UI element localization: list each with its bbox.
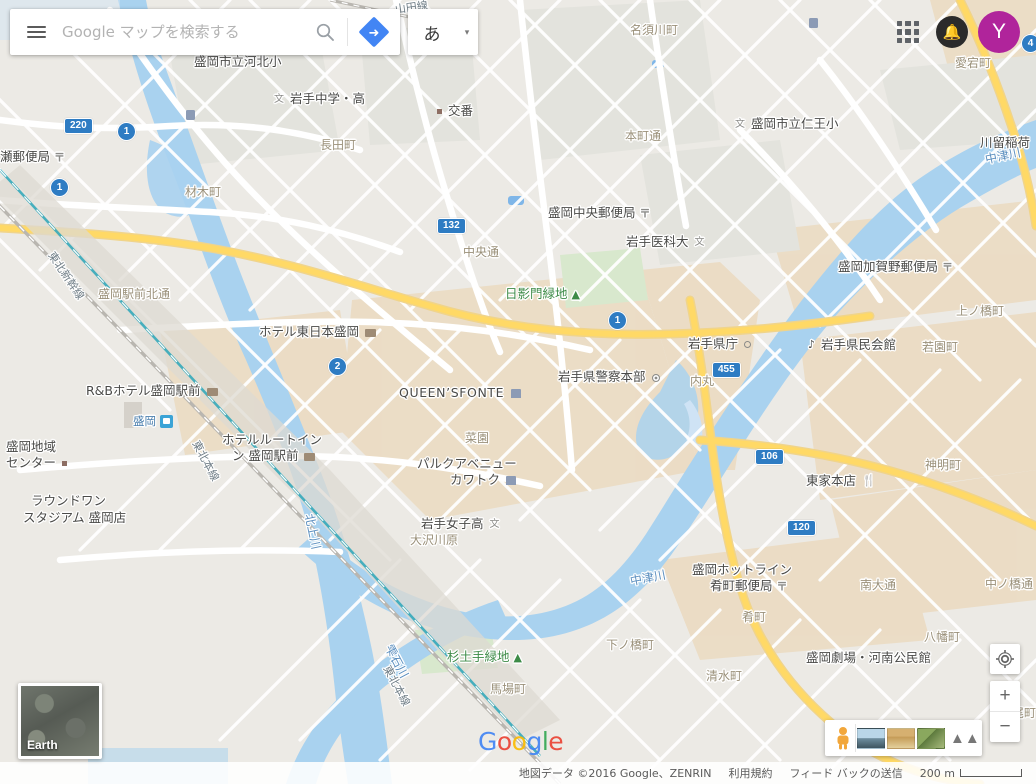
directions-icon: ➜	[358, 16, 390, 48]
layer-divider	[855, 724, 856, 752]
scale-label: 200 m	[919, 766, 955, 780]
map-canvas[interactable]: 盛岡市立河北小文 岩手中学・高 交番文 盛岡市立仁王小 盛岡中央郵便局 〒岩手医科…	[0, 0, 1036, 784]
zoom-in-button[interactable]: +	[990, 681, 1020, 711]
route-shield: 455	[712, 362, 741, 378]
layer-thumb-terrain[interactable]	[887, 727, 915, 749]
route-number: 132	[443, 220, 460, 231]
search-bar[interactable]: ➜	[10, 9, 400, 55]
pegman-glyph	[837, 727, 849, 750]
search-glyph	[316, 23, 334, 41]
layer-thumb-satellite[interactable]	[917, 727, 945, 749]
route-number: 220	[70, 120, 87, 131]
route-number: 2	[334, 361, 341, 372]
ime-mode-label: あ	[423, 24, 441, 45]
route-number: 1	[56, 182, 63, 193]
google-maps-app: 盛岡市立河北小文 岩手中学・高 交番文 盛岡市立仁王小 盛岡中央郵便局 〒岩手医科…	[0, 0, 1036, 784]
map-vector-layer	[0, 0, 1036, 784]
route-shield: 220	[64, 118, 93, 134]
feedback-link[interactable]: フィード バックの送信	[790, 765, 903, 781]
notification-bell-icon[interactable]: 🔔	[936, 16, 968, 48]
zoom-controls[interactable]: + −	[990, 681, 1020, 742]
route-number: 455	[718, 364, 735, 375]
terms-link[interactable]: 利用規約	[729, 765, 773, 781]
route-shield: 1	[608, 311, 627, 330]
chevron-up-icon[interactable]: ▲▲	[950, 730, 980, 747]
earth-layer-thumbnail[interactable]: Earth	[18, 683, 102, 759]
route-shield: 1	[50, 178, 69, 197]
map-layer-strip[interactable]: ▲▲	[825, 720, 982, 756]
pegman-icon[interactable]	[831, 724, 855, 752]
earth-label: Earth	[27, 738, 58, 752]
map-footer: 地図データ ©2016 Google、ZENRIN 利用規約 フィード バックの…	[0, 762, 1036, 784]
avatar[interactable]: Y	[978, 11, 1020, 53]
my-location-button[interactable]	[990, 644, 1020, 674]
search-icon[interactable]	[303, 9, 347, 55]
ime-indicator[interactable]: あ ▾	[408, 9, 478, 55]
route-shield: 1	[117, 122, 136, 141]
route-number: 1	[123, 126, 130, 137]
route-shield: 120	[787, 520, 816, 536]
route-shield: 106	[755, 449, 784, 465]
google-watermark: Google	[478, 727, 564, 756]
layer-thumb-street[interactable]	[857, 727, 885, 749]
hamburger-menu-icon[interactable]	[10, 9, 62, 55]
search-input[interactable]	[62, 23, 303, 41]
directions-button[interactable]: ➜	[348, 9, 400, 55]
apps-grid-icon[interactable]	[892, 16, 924, 48]
route-number: 120	[793, 522, 810, 533]
scale-bar-line	[960, 769, 1022, 777]
route-shield: 132	[437, 218, 466, 234]
copyright-text: 地図データ ©2016 Google、ZENRIN	[518, 767, 712, 780]
my-location-icon	[996, 650, 1014, 668]
route-number: 106	[761, 451, 778, 462]
route-number: 1	[614, 315, 621, 326]
scale-bar: 200 m	[920, 767, 1022, 780]
route-shield: 2	[328, 357, 347, 376]
zoom-out-button[interactable]: −	[990, 712, 1020, 742]
chevron-down-icon[interactable]: ▾	[456, 27, 478, 38]
route-shield: 4	[1021, 34, 1036, 53]
route-number: 4	[1027, 38, 1034, 49]
